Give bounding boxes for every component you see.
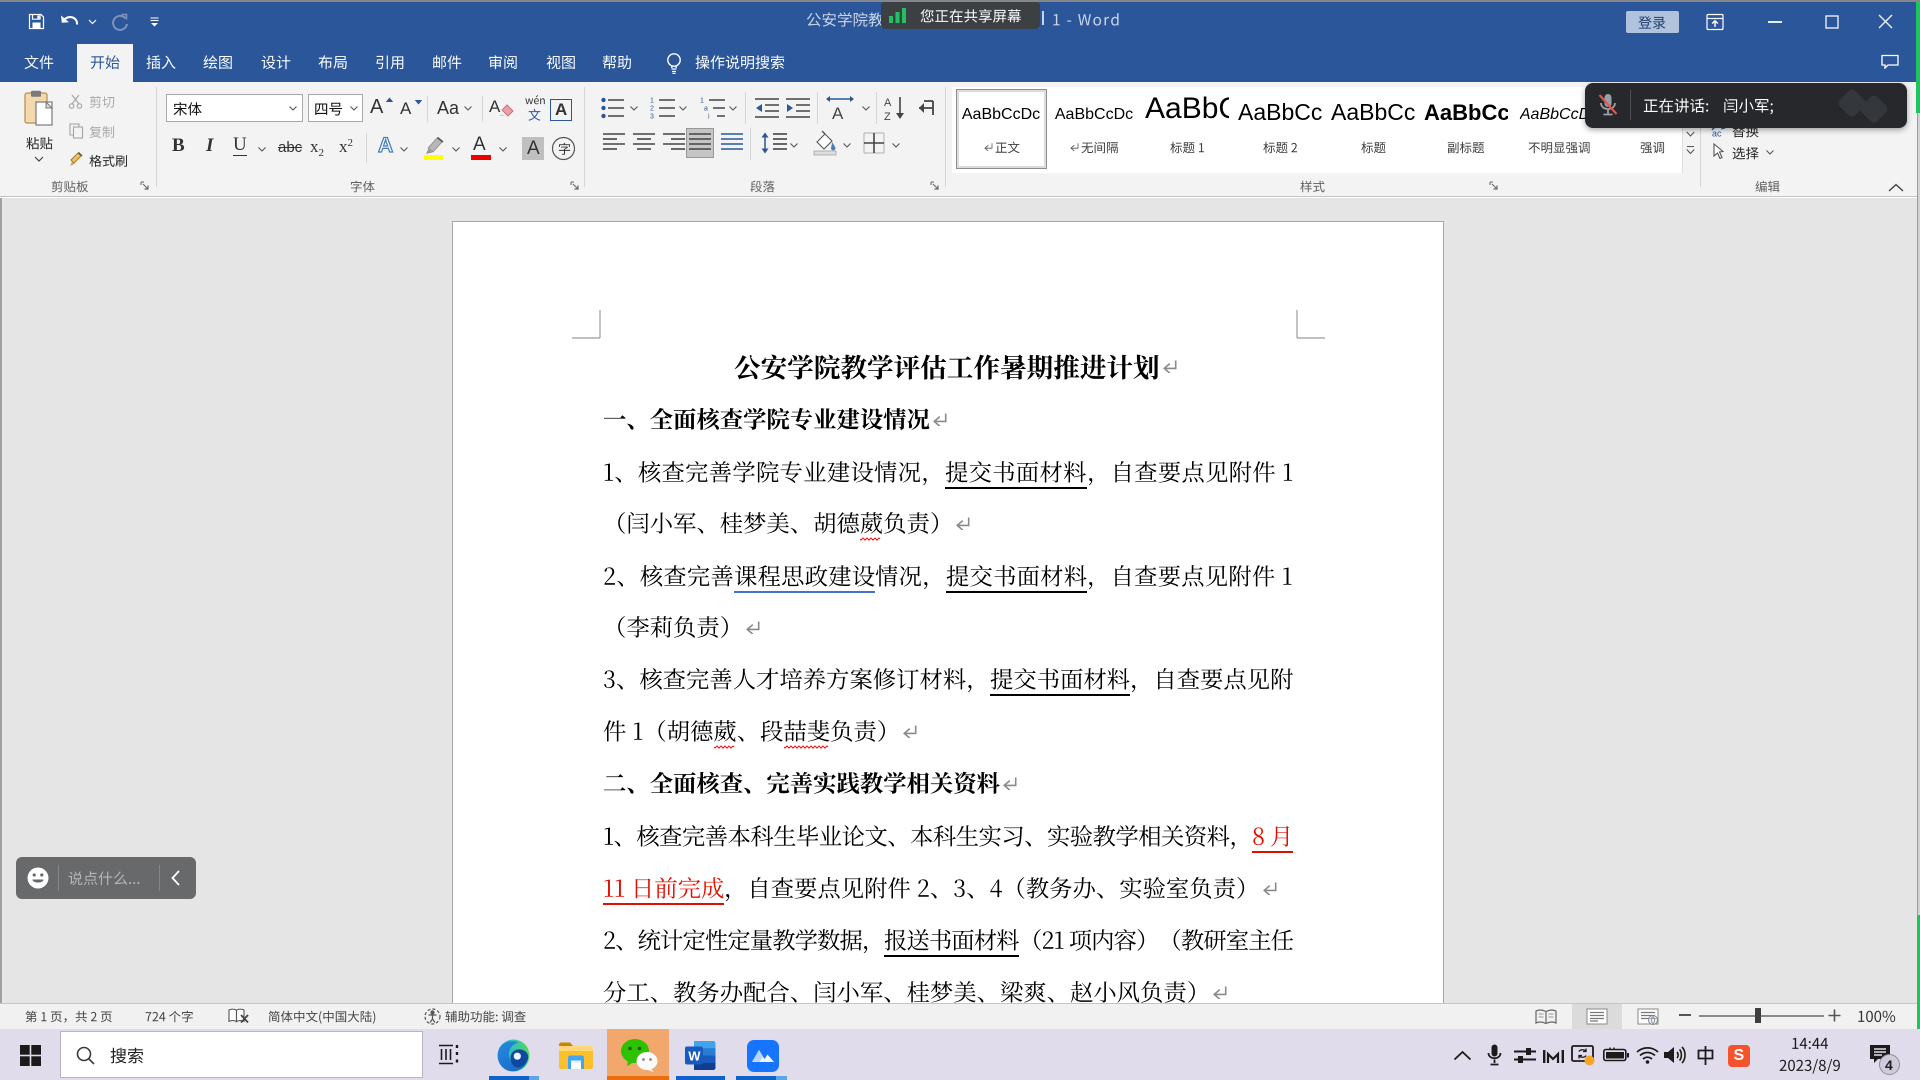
svg-text:1: 1 (650, 98, 654, 105)
svg-text:2: 2 (650, 106, 654, 113)
svg-text:Z: Z (884, 111, 891, 121)
svg-text:i: i (708, 114, 710, 121)
svg-text:ac: ac (1712, 129, 1722, 138)
svg-text:1: 1 (700, 98, 704, 105)
svg-text:A: A (832, 104, 844, 121)
svg-text:W: W (688, 1049, 701, 1064)
svg-text:a: a (704, 106, 708, 113)
svg-text:A: A (884, 97, 892, 109)
svg-text:3: 3 (650, 114, 654, 121)
